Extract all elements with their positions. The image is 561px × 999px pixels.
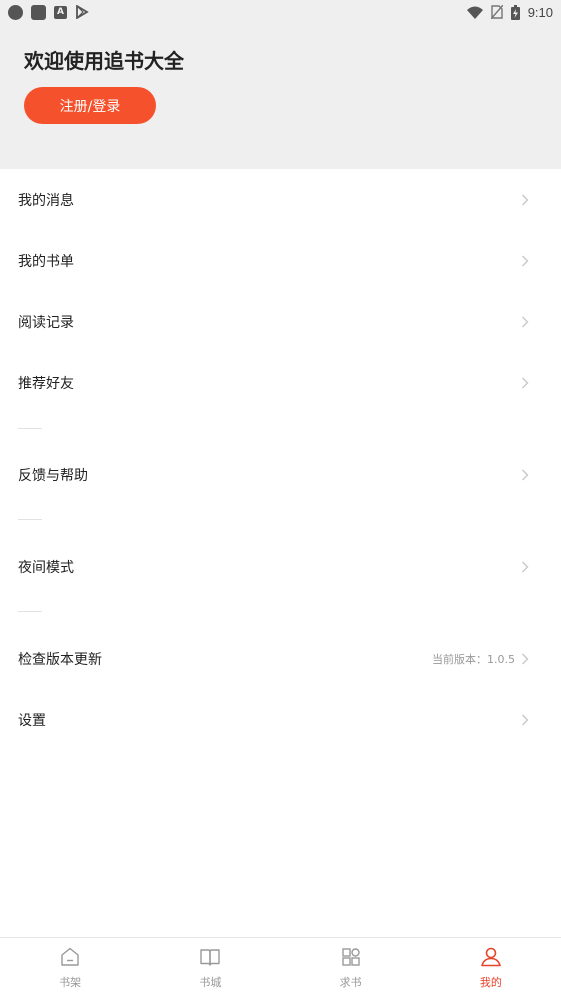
register-login-button[interactable]: 注册/登录 bbox=[24, 87, 156, 124]
user-icon bbox=[480, 946, 502, 968]
menu-item-reading-history[interactable]: 阅读记录 bbox=[0, 291, 561, 352]
welcome-title: 欢迎使用追书大全 bbox=[24, 49, 184, 73]
menu-item-night-mode[interactable]: 夜间模式 bbox=[0, 536, 561, 597]
chevron-right-icon bbox=[521, 653, 529, 665]
menu-item-label: 设置 bbox=[18, 712, 46, 729]
play-store-icon bbox=[75, 5, 89, 19]
wifi-icon bbox=[466, 6, 483, 19]
menu-item-settings[interactable]: 设置 bbox=[0, 689, 561, 750]
no-sim-icon bbox=[490, 5, 503, 19]
status-time: 9:10 bbox=[527, 4, 553, 20]
status-bar: A 9:10 bbox=[0, 0, 561, 24]
menu-item-messages[interactable]: 我的消息 bbox=[0, 169, 561, 230]
menu-item-label: 反馈与帮助 bbox=[18, 467, 88, 484]
profile-header: 欢迎使用追书大全 注册/登录 bbox=[0, 24, 561, 169]
status-left-icons: A bbox=[8, 4, 89, 20]
menu-item-label: 推荐好友 bbox=[18, 375, 74, 392]
status-right-icons: 9:10 bbox=[466, 4, 553, 20]
section-divider bbox=[18, 519, 42, 520]
tab-label: 书架 bbox=[59, 976, 82, 989]
tab-label: 求书 bbox=[339, 976, 362, 989]
menu-item-label: 夜间模式 bbox=[18, 559, 74, 576]
tab-bookshelf[interactable]: 书架 bbox=[0, 938, 140, 999]
menu-item-label: 检查版本更新 bbox=[18, 651, 102, 668]
chevron-right-icon bbox=[521, 377, 529, 389]
chevron-right-icon bbox=[521, 561, 529, 573]
tab-label: 书城 bbox=[199, 976, 222, 989]
chevron-right-icon bbox=[521, 469, 529, 481]
menu-item-booklist[interactable]: 我的书单 bbox=[0, 230, 561, 291]
section-divider bbox=[18, 611, 42, 612]
book-icon bbox=[199, 946, 221, 968]
menu-item-recommend-friends[interactable]: 推荐好友 bbox=[0, 352, 561, 413]
menu-item-feedback-help[interactable]: 反馈与帮助 bbox=[0, 444, 561, 505]
chevron-right-icon bbox=[521, 255, 529, 267]
chevron-right-icon bbox=[521, 714, 529, 726]
tab-label: 我的 bbox=[479, 976, 502, 989]
a-icon: A bbox=[54, 5, 67, 19]
section-divider bbox=[18, 428, 42, 429]
menu-item-label: 我的消息 bbox=[18, 192, 74, 209]
grid-icon bbox=[340, 946, 362, 968]
battery-charging-icon bbox=[510, 4, 520, 20]
bottom-tab-bar: 书架 书城 求书 我的 bbox=[0, 937, 561, 999]
home-icon bbox=[59, 946, 81, 968]
tab-request-book[interactable]: 求书 bbox=[281, 938, 421, 999]
chevron-right-icon bbox=[521, 194, 529, 206]
circle-icon bbox=[8, 4, 23, 20]
tab-mine[interactable]: 我的 bbox=[421, 938, 561, 999]
menu-item-label: 阅读记录 bbox=[18, 314, 74, 331]
menu-item-label: 我的书单 bbox=[18, 253, 74, 270]
menu-item-check-update[interactable]: 检查版本更新 当前版本：1.0.5 bbox=[0, 628, 561, 689]
tab-bookstore[interactable]: 书城 bbox=[140, 938, 280, 999]
square-icon bbox=[31, 4, 46, 20]
chevron-right-icon bbox=[521, 316, 529, 328]
current-version-text: 当前版本：1.0.5 bbox=[432, 652, 515, 666]
